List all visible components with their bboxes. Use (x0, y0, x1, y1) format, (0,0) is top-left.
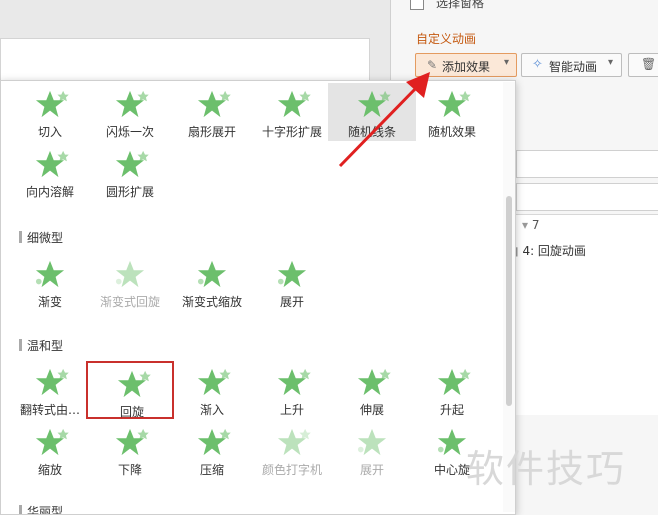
effect-item-moderate-1[interactable]: 回旋 (86, 361, 174, 419)
start-field[interactable] (516, 150, 658, 178)
effect-item-basic-0[interactable]: 切入 (6, 83, 94, 141)
effect-item-basic-3[interactable]: 十字形扩展 (248, 83, 336, 141)
chevron-down-icon: ▾ (608, 57, 614, 68)
effect-label: 伸展 (359, 403, 384, 417)
star-plus-icon (272, 89, 312, 119)
star-fade-icon (30, 259, 70, 289)
star-fade-swivel-icon (110, 259, 150, 289)
star-compress-icon (192, 427, 232, 457)
chevron-down-icon: ▾ (504, 57, 510, 68)
effect-label: 向内溶解 (25, 185, 74, 199)
star-ascend-icon (272, 367, 312, 397)
star-rise-icon (432, 367, 472, 397)
effect-label: 渐变式回旋 (99, 295, 160, 309)
star-zoom-icon (30, 427, 70, 457)
effect-label: 升起 (439, 403, 464, 417)
effect-item-basic-7[interactable]: 圆形扩展 (86, 143, 174, 201)
star-expand-icon (272, 259, 312, 289)
star-swivel-icon (112, 369, 152, 399)
effect-item-moderate-0[interactable]: 翻转式由… (6, 361, 94, 419)
effect-item-subtle-3[interactable]: 展开 (248, 253, 336, 311)
section-moderate-title: 温和型 (27, 339, 64, 353)
custom-animation-title: 自定义动画 (416, 32, 477, 46)
effect-label: 压缩 (199, 463, 224, 477)
smart-animation-button[interactable]: ✧ 智能动画 ▾ (521, 53, 622, 77)
star-unfold-icon (352, 427, 392, 457)
star-stretch-icon (352, 367, 392, 397)
add-effect-dropdown: 切入 闪烁一次 扇形展开 十字形扩展 随机线条 随机效果向内溶解 圆形扩展细微型渐变 渐变式回… (0, 80, 516, 515)
effect-item-basic-5[interactable]: 随机效果 (408, 83, 496, 141)
effect-label: 随机线条 (347, 125, 396, 139)
section-marker (19, 505, 22, 514)
smart-animation-label: 智能动画 (549, 60, 598, 74)
effect-label: 渐变 (37, 295, 62, 309)
section-marker (19, 339, 22, 351)
effect-label: 展开 (359, 463, 384, 477)
effect-label: 上升 (279, 403, 304, 417)
section-marker (19, 231, 22, 243)
star-ease-in-icon (192, 367, 232, 397)
star-fan-icon (192, 89, 232, 119)
effect-item-basic-1[interactable]: 闪烁一次 (86, 83, 174, 141)
sparkle-icon: ✧ (532, 57, 543, 72)
delete-button[interactable]: 🗑 (628, 53, 658, 77)
effect-label: 随机效果 (427, 125, 476, 139)
effect-item-subtle-0[interactable]: 渐变 (6, 253, 94, 311)
effect-label: 扇形展开 (187, 125, 236, 139)
animation-index: ▾ 7 (522, 218, 540, 232)
effect-label: 缩放 (37, 463, 62, 477)
star-random-icon (432, 89, 472, 119)
scrollbar-thumb[interactable] (506, 196, 512, 406)
add-effect-button[interactable]: ✎ 添加效果 ▾ (415, 53, 517, 77)
star-typewriter-icon (272, 427, 312, 457)
effect-item-moderate-3[interactable]: 上升 (248, 361, 336, 419)
property-field[interactable] (516, 183, 658, 211)
star-lines-icon (352, 89, 392, 119)
effect-item-moderate-10: 展开 (328, 421, 416, 479)
star-dissolve-icon (30, 149, 70, 179)
star-descend-icon (110, 427, 150, 457)
effect-item-moderate-9: 颜色打字机 (248, 421, 336, 479)
star-circle-icon (110, 149, 150, 179)
effect-label: 渐变式缩放 (181, 295, 242, 309)
selection-pane-icon (410, 0, 424, 10)
effect-label: 翻转式由… (19, 403, 80, 417)
effect-label: 十字形扩展 (261, 125, 322, 139)
star-flip-icon (30, 367, 70, 397)
effect-label: 闪烁一次 (105, 125, 154, 139)
watermark: 软件技巧 (466, 447, 627, 491)
star-cut-in-icon (30, 89, 70, 119)
effect-item-moderate-2[interactable]: 渐入 (168, 361, 256, 419)
animation-list-item[interactable]: ▮ 4: 回旋动画 (512, 242, 586, 259)
selection-pane-label: 选择窗格 (436, 0, 485, 10)
effect-item-moderate-4[interactable]: 伸展 (328, 361, 416, 419)
add-effect-label: 添加效果 (442, 60, 491, 74)
effect-item-moderate-5[interactable]: 升起 (408, 361, 496, 419)
effect-item-subtle-1: 渐变式回旋 (86, 253, 174, 311)
effect-label: 圆形扩展 (105, 185, 154, 199)
effect-item-moderate-8[interactable]: 压缩 (168, 421, 256, 479)
star-flash-icon (110, 89, 150, 119)
effect-label: 展开 (279, 295, 304, 309)
trash-icon: 🗑 (641, 57, 657, 71)
effect-item-moderate-7[interactable]: 下降 (86, 421, 174, 479)
star-fade-zoom-icon (192, 259, 232, 289)
effect-item-moderate-6[interactable]: 缩放 (6, 421, 94, 479)
effect-item-basic-4[interactable]: 随机线条 (328, 83, 416, 141)
effect-item-basic-2[interactable]: 扇形展开 (168, 83, 256, 141)
effect-label: 渐入 (199, 403, 224, 417)
effect-item-subtle-2[interactable]: 渐变式缩放 (168, 253, 256, 311)
effect-label: 下降 (117, 463, 142, 477)
pencil-icon: ✎ (427, 58, 438, 72)
effect-label: 颜色打字机 (261, 463, 322, 477)
section-exciting-title: 华丽型 (27, 505, 64, 515)
effect-label: 切入 (37, 125, 62, 139)
effect-label: 回旋 (119, 405, 144, 419)
effect-item-basic-6[interactable]: 向内溶解 (6, 143, 94, 201)
section-subtle-title: 细微型 (27, 231, 64, 245)
